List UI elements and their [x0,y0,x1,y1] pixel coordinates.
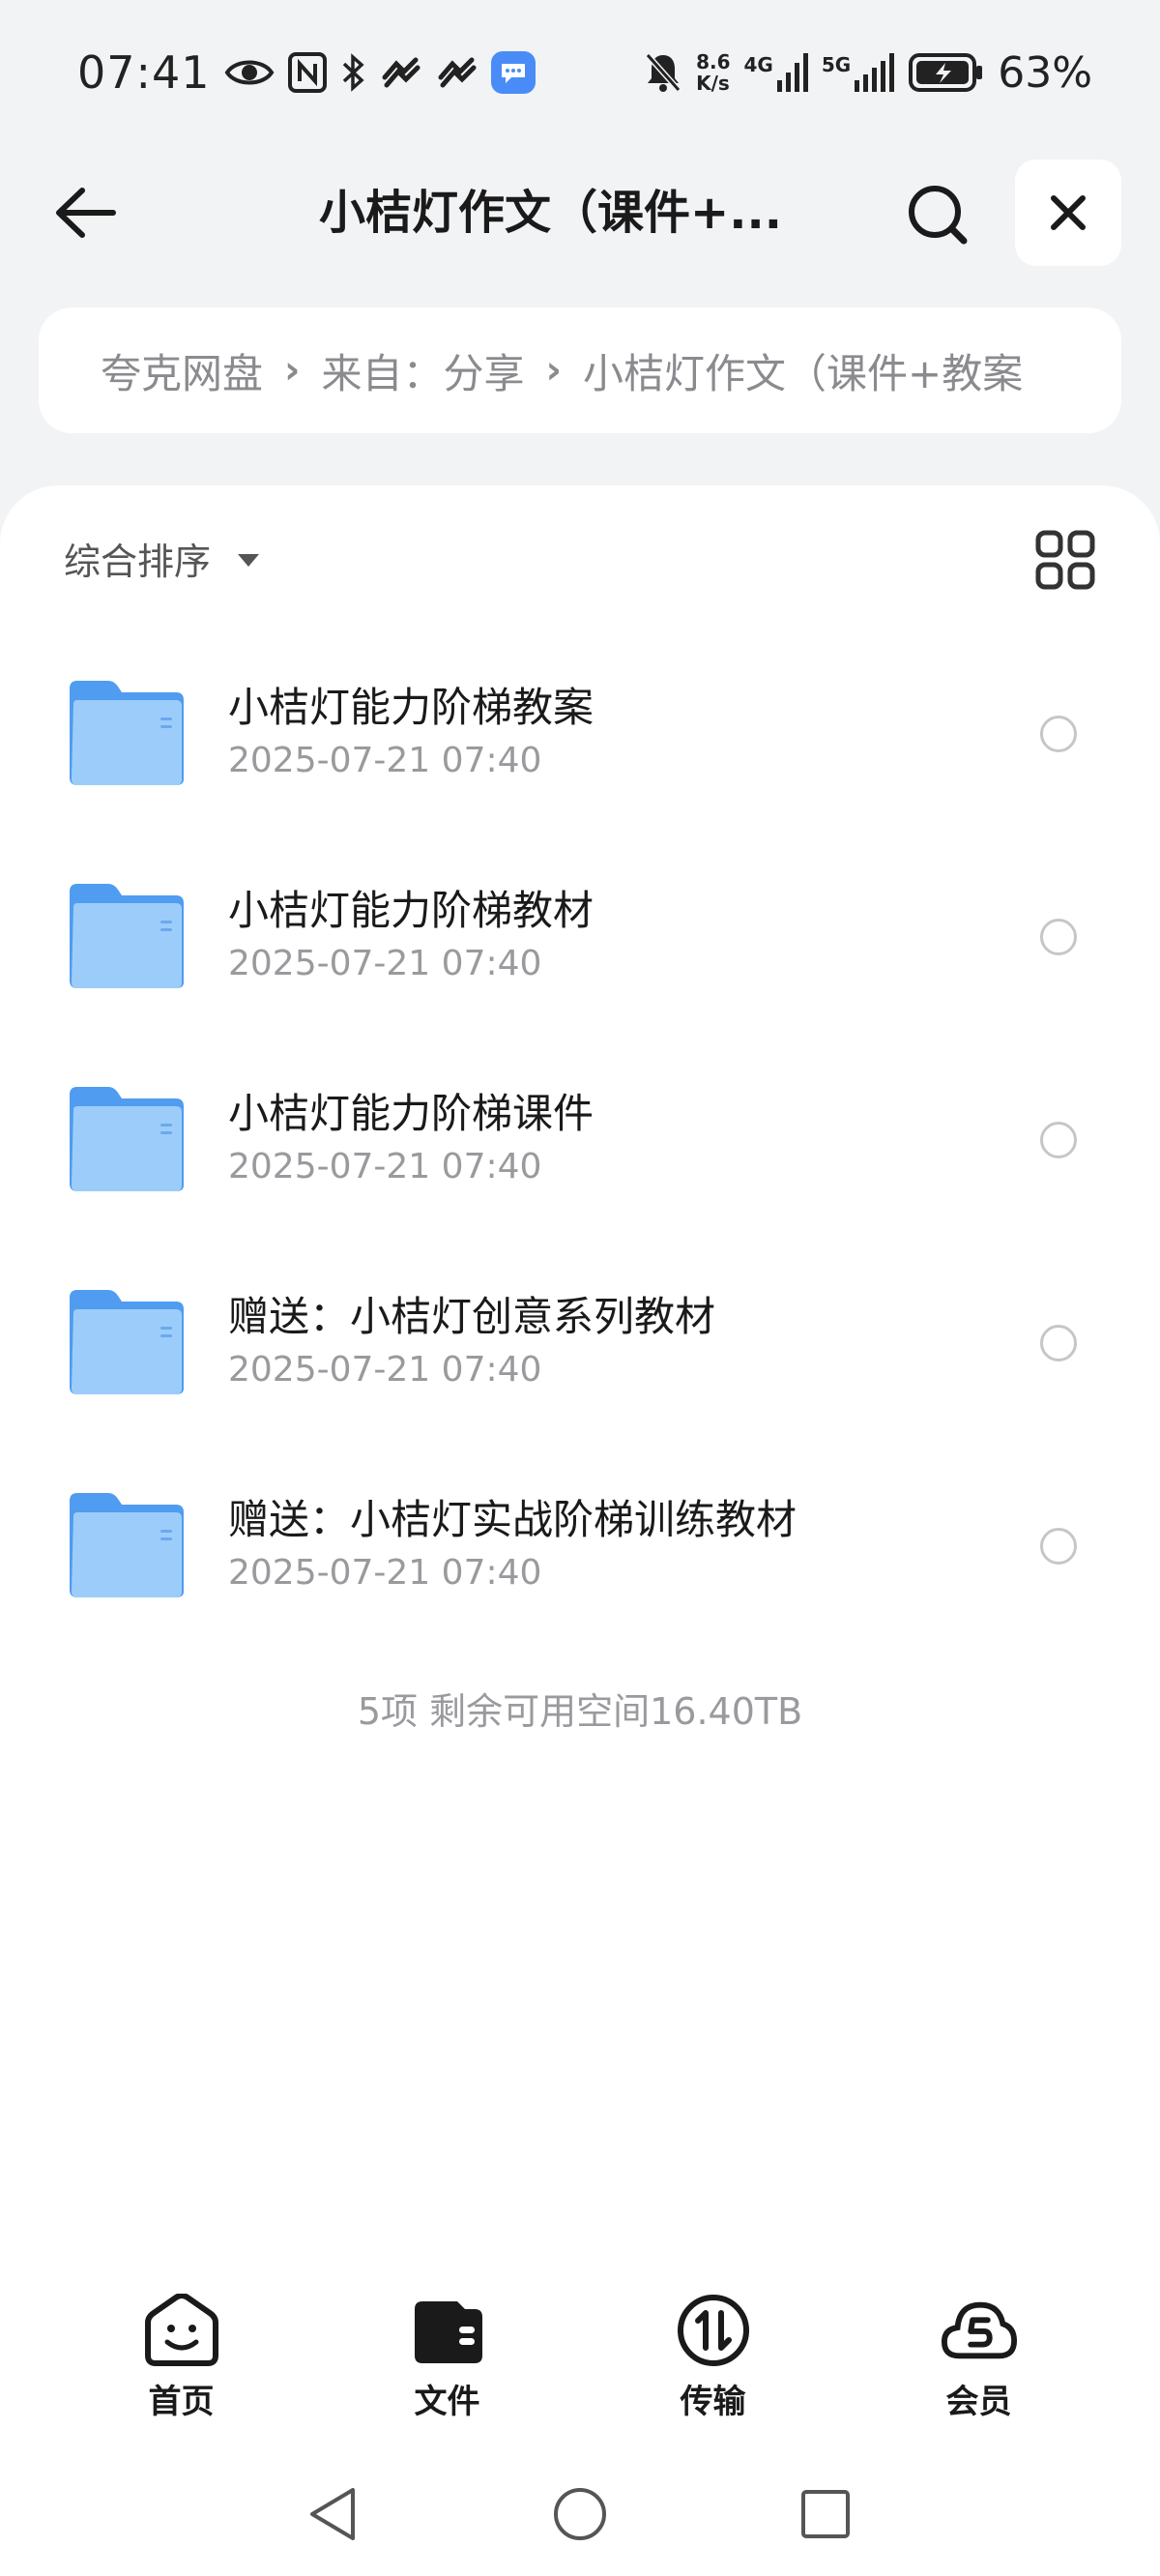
network-speed: 8.6 K/s [696,51,730,94]
grid-icon [1035,530,1095,590]
eye-icon [224,56,275,89]
speed-unit: K/s [696,72,730,95]
sort-dropdown[interactable]: 综合排序 [64,532,260,585]
list-item[interactable]: 赠送：小桔灯创意系列教材 2025-07-21 07:40 [0,1238,1160,1441]
file-list: 小桔灯能力阶梯教案 2025-07-21 07:40 小桔灯能力阶梯教材 202… [0,629,1160,1644]
square-recents-icon [801,2490,850,2538]
nav-label: 传输 [680,2383,746,2421]
folder-icon [70,681,184,785]
signal-bars-icon-2 [855,53,895,92]
bottom-nav: 首页 文件 传输 会员 [0,2292,1160,2437]
file-name: 小桔灯能力阶梯课件 [228,1090,594,1137]
file-panel: 综合排序 小桔灯能力阶梯教案 2025-07-21 07:40 小桔灯能力阶梯教… [0,485,1160,2576]
file-name: 赠送：小桔灯实战阶梯训练教材 [228,1496,798,1543]
select-radio[interactable] [1040,919,1077,955]
mute-bell-icon [644,51,682,94]
status-time: 07:41 [77,46,211,99]
link-icon-2 [435,56,478,89]
select-radio[interactable] [1040,1528,1077,1565]
battery-percent: 63% [998,47,1092,98]
storage-summary: 5项 剩余可用空间16.40TB [357,1690,803,1733]
speed-value: 8.6 [696,50,731,73]
file-date: 2025-07-21 07:40 [228,944,542,983]
signal-4g: 4G [744,53,808,92]
status-right: 8.6 K/s 4G 5G 63% [644,48,1092,98]
smile-home-icon [143,2292,220,2369]
select-radio[interactable] [1040,1122,1077,1158]
chevron-right-icon: › [545,348,562,393]
close-button[interactable] [1015,160,1121,266]
system-back-button[interactable] [304,2485,362,2543]
file-name: 小桔灯能力阶梯教案 [228,684,594,731]
link-icon [379,56,421,89]
sort-label: 综合排序 [64,541,212,583]
system-home-button[interactable] [551,2485,609,2543]
page-title: 小桔灯作文（课件+... [319,186,782,240]
bluetooth-icon [340,53,365,92]
nav-item-member[interactable]: 会员 [846,2292,1112,2437]
list-item[interactable]: 小桔灯能力阶梯教案 2025-07-21 07:40 [0,629,1160,832]
chevron-right-icon: › [284,348,301,393]
signal-5g: 5G [822,53,895,92]
arrow-left-icon [56,188,116,238]
nav-label: 会员 [945,2383,1012,2421]
net-label-5g: 5G [821,53,852,76]
cloud-member-icon [941,2292,1018,2369]
folder-icon [70,1087,184,1191]
system-recents-button[interactable] [797,2485,855,2543]
back-button[interactable] [48,184,122,242]
triangle-back-icon [310,2488,355,2540]
search-icon [909,186,968,245]
wallet-files-icon [409,2292,486,2369]
system-nav-bar [0,2475,1160,2553]
folder-icon [70,884,184,988]
file-date: 2025-07-21 07:40 [228,1553,542,1593]
nav-item-home[interactable]: 首页 [48,2292,314,2437]
caret-down-icon [238,554,260,567]
status-bar: 07:41 8.6 K/s 4G 5G 63% [0,0,1160,145]
file-name: 小桔灯能力阶梯教材 [228,887,594,934]
circle-home-icon [554,2488,606,2540]
select-radio[interactable] [1040,716,1077,752]
file-date: 2025-07-21 07:40 [228,1147,542,1186]
breadcrumb-item-share[interactable]: 来自：分享 [322,341,525,400]
list-item[interactable]: 小桔灯能力阶梯课件 2025-07-21 07:40 [0,1035,1160,1238]
battery-charging-icon [909,52,984,93]
breadcrumb-item-root[interactable]: 夸克网盘 [101,341,263,400]
close-icon [1051,195,1086,230]
file-name: 赠送：小桔灯创意系列教材 [228,1293,716,1340]
message-app-icon [490,51,536,94]
list-item[interactable]: 小桔灯能力阶梯教材 2025-07-21 07:40 [0,832,1160,1035]
transfer-icon [675,2292,752,2369]
folder-icon [70,1290,184,1394]
file-date: 2025-07-21 07:40 [228,1350,542,1390]
nav-label: 首页 [148,2383,215,2421]
select-radio[interactable] [1040,1325,1077,1361]
search-button[interactable] [904,181,972,249]
header: 小桔灯作文（课件+... [0,155,1160,271]
nav-label: 文件 [414,2383,480,2421]
grid-view-button[interactable] [1034,529,1096,591]
breadcrumb: 夸克网盘 › 来自：分享 › 小桔灯作文（课件+教案 [39,307,1121,433]
net-label-4g: 4G [743,53,773,76]
nav-item-transfer[interactable]: 传输 [580,2292,846,2437]
nfc-icon [287,52,327,93]
status-left: 07:41 [77,46,536,99]
signal-bars-icon [776,53,808,92]
file-date: 2025-07-21 07:40 [228,741,542,780]
list-item[interactable]: 赠送：小桔灯实战阶梯训练教材 2025-07-21 07:40 [0,1441,1160,1644]
nav-item-files[interactable]: 文件 [314,2292,580,2437]
breadcrumb-item-current[interactable]: 小桔灯作文（课件+教案 [583,341,1023,400]
folder-icon [70,1493,184,1597]
